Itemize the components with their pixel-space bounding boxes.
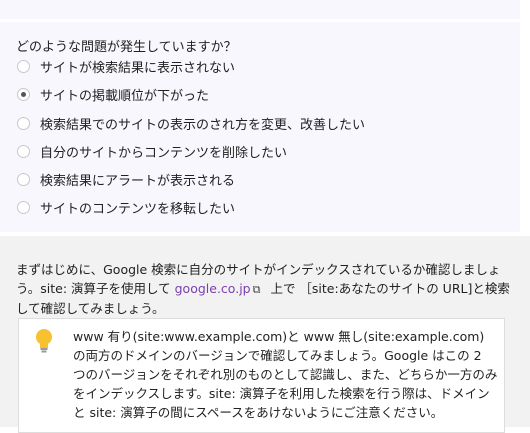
option-change-appearance[interactable]: 検索結果でのサイトの表示のされ方を変更、改善したい: [17, 113, 365, 133]
google-link[interactable]: google.co.jp: [175, 281, 251, 296]
option-label: サイトのコンテンツを移転したい: [40, 201, 236, 217]
radio-button[interactable]: [17, 172, 30, 186]
option-label: サイトの掲載順位が下がった: [40, 88, 210, 104]
previous-panel: [0, 0, 520, 19]
question-panel: どのような問題が発生していますか？ サイトが検索結果に表示されない サイトの掲載…: [0, 22, 520, 232]
option-alert-shown[interactable]: 検索結果にアラートが表示される: [17, 169, 235, 189]
option-label: サイトが検索結果に表示されない: [40, 60, 236, 76]
radio-button[interactable]: [17, 59, 30, 73]
option-label: 検索結果にアラートが表示される: [40, 173, 236, 189]
option-label: 検索結果でのサイトの表示のされ方を変更、改善したい: [40, 117, 366, 133]
question-label: どのような問題が発生していますか？: [16, 40, 237, 55]
radio-button[interactable]: [17, 144, 30, 158]
option-ranking-dropped[interactable]: サイトの掲載順位が下がった: [17, 84, 209, 104]
option-not-in-results[interactable]: サイトが検索結果に表示されない: [17, 56, 235, 76]
tip-text: www 有り(site:www.example.com)と www 無し(sit…: [73, 329, 498, 420]
option-remove-content[interactable]: 自分のサイトからコンテンツを削除したい: [17, 141, 287, 161]
radio-button[interactable]: [17, 87, 30, 101]
intro-text: まずはじめに、Google 検索に自分のサイトがインデックスされているか確認しま…: [16, 260, 516, 318]
tip-box: www 有り(site:www.example.com)と www 無し(sit…: [18, 318, 505, 433]
option-move-content[interactable]: サイトのコンテンツを移転したい: [17, 197, 235, 217]
radio-button[interactable]: [17, 200, 30, 214]
option-label: 自分のサイトからコンテンツを削除したい: [40, 145, 288, 161]
external-link-icon: ⧉: [252, 283, 261, 296]
lightbulb-icon: [36, 329, 52, 353]
answer-panel: まずはじめに、Google 検索に自分のサイトがインデックスされているか確認しま…: [0, 236, 530, 433]
radio-button[interactable]: [17, 116, 30, 130]
